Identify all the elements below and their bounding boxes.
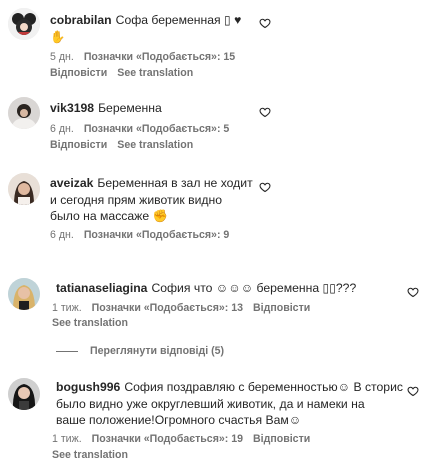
likes-count[interactable]: Позначки «Подобається»: 13	[92, 302, 243, 314]
heart-icon[interactable]	[407, 385, 419, 397]
comment-time[interactable]: 6 дн.	[50, 123, 74, 135]
comment-body: tatianaseliagina София что ☺☺☺ беременна …	[56, 280, 406, 297]
see-translation-link[interactable]: See translation	[52, 449, 128, 461]
comment-text-line3: было на массаже ✊	[50, 209, 168, 223]
avatar[interactable]	[8, 173, 40, 205]
see-translation-link[interactable]: See translation	[52, 317, 128, 329]
comment-text: Беременная в зал не ходит	[97, 176, 253, 190]
likes-count[interactable]: Позначки «Подобається»: 9	[84, 229, 230, 241]
comment-actions: See translation	[52, 448, 138, 462]
comment-time[interactable]: 6 дн.	[50, 229, 74, 241]
comment-actions: Відповісти See translation	[50, 138, 203, 152]
view-replies-button[interactable]: Переглянути відповіді (5)	[56, 345, 224, 357]
see-translation-link[interactable]: See translation	[117, 67, 193, 79]
reply-button[interactable]: Відповісти	[50, 139, 107, 151]
heart-icon[interactable]	[259, 17, 271, 29]
comment-meta: 6 дн. Позначки «Подобається»: 5	[50, 122, 239, 136]
comment-text: София поздравляю с беременностью☺ В стор…	[124, 380, 403, 394]
comment-username[interactable]: cobrabilan	[50, 13, 112, 27]
comment-text: София что ☺☺☺ беременна ▯▯???	[151, 281, 357, 295]
comment-username[interactable]: tatianaseliagina	[56, 281, 147, 295]
comment-text: Беременна	[98, 101, 162, 115]
avatar[interactable]	[8, 8, 40, 40]
comment-meta: 1 тиж. Позначки «Подобається»: 19 Відповіс…	[52, 432, 320, 446]
comment-username[interactable]: bogush996	[56, 380, 120, 394]
reply-button[interactable]: Відповісти	[50, 67, 107, 79]
comment-actions: Відповісти See translation	[50, 66, 203, 80]
view-replies-label: Переглянути відповіді (5)	[90, 345, 225, 357]
comment-meta: 5 дн. Позначки «Подобається»: 15	[50, 50, 245, 64]
comment-text-line3: ваше положение!Огромного счастья Вам☺	[56, 413, 302, 427]
comment-meta: 6 дн. Позначки «Подобається»: 9	[50, 228, 239, 242]
avatar[interactable]	[8, 97, 40, 129]
comment-actions: See translation	[52, 316, 138, 330]
avatar[interactable]	[8, 378, 40, 410]
likes-count[interactable]: Позначки «Подобається»: 19	[92, 433, 243, 445]
comment-text: Софа беременная ▯ ♥	[115, 13, 242, 27]
comment-text-line2: было видно уже округлевший животик, да и…	[56, 396, 365, 411]
comment-username[interactable]: aveizak	[50, 176, 93, 190]
reply-button[interactable]: Відповісти	[253, 433, 310, 445]
comment-body: vik3198 Беременна	[50, 100, 380, 117]
comment-time[interactable]: 1 тиж.	[52, 302, 82, 314]
divider-line	[56, 350, 78, 352]
heart-icon[interactable]	[259, 181, 271, 193]
comment-time[interactable]: 1 тиж.	[52, 433, 82, 445]
comment-body: aveizak Беременная в зал не ходит и сегод…	[50, 175, 380, 225]
comment-body: bogush996 София поздравляю с беременность…	[56, 379, 406, 429]
comment-text-line2: и сегодня прям животик видно	[50, 192, 223, 207]
heart-icon[interactable]	[259, 106, 271, 118]
comment-meta: 1 тиж. Позначки «Подобається»: 13 Відповіс…	[52, 301, 320, 315]
likes-count[interactable]: Позначки «Подобається»: 15	[84, 51, 235, 63]
avatar[interactable]	[8, 278, 40, 310]
comment-time[interactable]: 5 дн.	[50, 51, 74, 63]
heart-icon[interactable]	[407, 286, 419, 298]
comment-text-line2: ✋	[50, 29, 66, 44]
likes-count[interactable]: Позначки «Подобається»: 5	[84, 123, 230, 135]
comment-username[interactable]: vik3198	[50, 101, 94, 115]
see-translation-link[interactable]: See translation	[117, 139, 193, 151]
comment-body: cobrabilan Софа беременная ▯ ♥ ✋	[50, 12, 380, 45]
reply-button[interactable]: Відповісти	[253, 302, 310, 314]
